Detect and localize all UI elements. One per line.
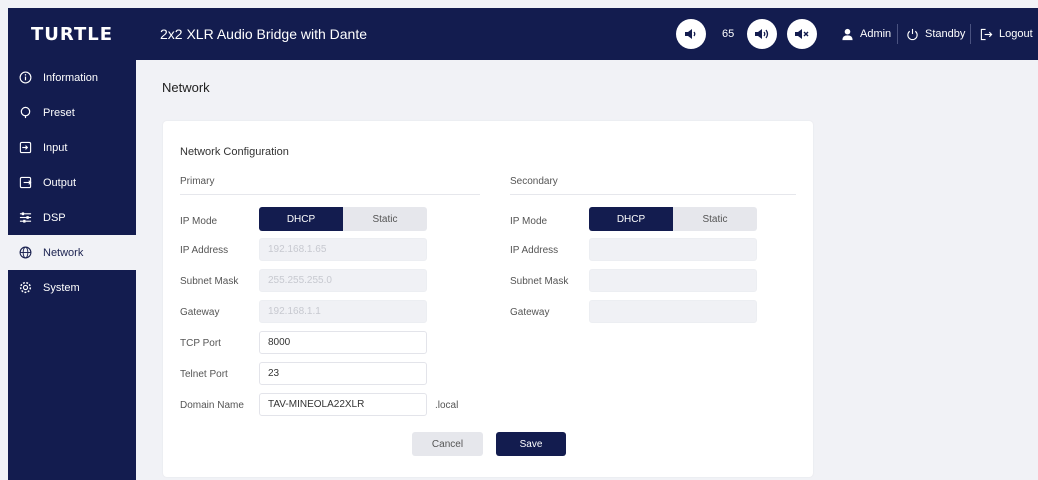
top-header: 2x2 XLR Audio Bridge with Dante 65 Admin… bbox=[136, 8, 1038, 60]
sidebar-item-network[interactable]: Network bbox=[8, 235, 136, 270]
tcp-port-label: TCP Port bbox=[180, 338, 221, 349]
primary-heading: Primary bbox=[180, 176, 215, 187]
sidebar-item-label: Input bbox=[43, 141, 68, 154]
info-icon bbox=[18, 71, 32, 85]
app-frame: TURTLE Information Preset Input Output D… bbox=[0, 0, 1038, 480]
power-icon bbox=[907, 28, 918, 40]
output-icon bbox=[18, 176, 32, 190]
sidebar-item-input[interactable]: Input bbox=[8, 130, 136, 165]
sidebar-item-preset[interactable]: Preset bbox=[8, 95, 136, 130]
primary-gateway-field[interactable]: 192.168.1.1 bbox=[259, 300, 427, 323]
sidebar: TURTLE Information Preset Input Output D… bbox=[8, 8, 136, 480]
sidebar-item-dsp[interactable]: DSP bbox=[8, 200, 136, 235]
volume-high-icon bbox=[755, 29, 769, 39]
primary-ip-mode-toggle: DHCP Static bbox=[259, 207, 427, 231]
volume-value: 65 bbox=[722, 28, 735, 40]
sidebar-item-label: Preset bbox=[43, 106, 75, 119]
device-title: 2x2 XLR Audio Bridge with Dante bbox=[160, 26, 368, 42]
volume-low-icon bbox=[685, 29, 696, 39]
header-divider bbox=[970, 24, 971, 44]
dsp-icon bbox=[18, 211, 32, 225]
save-button[interactable]: Save bbox=[496, 432, 566, 456]
logout-label: Logout bbox=[999, 28, 1033, 40]
secondary-ip-address-field[interactable] bbox=[589, 238, 757, 261]
secondary-gateway-label: Gateway bbox=[510, 307, 550, 318]
gear-icon bbox=[18, 281, 32, 295]
telnet-port-input[interactable]: 23 bbox=[259, 362, 427, 385]
primary-subnet-mask-field[interactable]: 255.255.255.0 bbox=[259, 269, 427, 292]
input-icon bbox=[18, 141, 32, 155]
secondary-gateway-field[interactable] bbox=[589, 300, 757, 323]
sidebar-item-information[interactable]: Information bbox=[8, 60, 136, 95]
sidebar-item-label: System bbox=[43, 281, 80, 294]
user-name: Admin bbox=[860, 28, 892, 40]
primary-ip-address-label: IP Address bbox=[180, 245, 229, 256]
domain-suffix: .local bbox=[435, 400, 459, 411]
primary-ip-mode-label: IP Mode bbox=[180, 216, 218, 227]
secondary-ip-mode-toggle: DHCP Static bbox=[589, 207, 757, 231]
sidebar-item-label: DSP bbox=[43, 211, 66, 224]
preset-icon bbox=[18, 106, 32, 120]
primary-gateway-label: Gateway bbox=[180, 307, 220, 318]
secondary-heading: Secondary bbox=[510, 176, 558, 187]
page-title: Network bbox=[162, 80, 210, 95]
secondary-ip-mode-label: IP Mode bbox=[510, 216, 548, 227]
secondary-static-option[interactable]: Static bbox=[673, 207, 757, 231]
volume-up-button[interactable] bbox=[747, 19, 777, 49]
sidebar-item-system[interactable]: System bbox=[8, 270, 136, 305]
user-icon bbox=[842, 28, 853, 40]
user-menu[interactable]: Admin bbox=[841, 8, 891, 60]
primary-ip-address-field[interactable]: 192.168.1.65 bbox=[259, 238, 427, 261]
volume-down-button[interactable] bbox=[676, 19, 706, 49]
sidebar-item-label: Output bbox=[43, 176, 77, 189]
card-title: Network Configuration bbox=[180, 146, 289, 158]
primary-divider bbox=[180, 194, 480, 195]
sidebar-item-output[interactable]: Output bbox=[8, 165, 136, 200]
domain-name-label: Domain Name bbox=[180, 400, 244, 411]
standby-label: Standby bbox=[925, 28, 966, 40]
globe-icon bbox=[18, 246, 32, 260]
logout-icon bbox=[980, 28, 993, 40]
primary-static-option[interactable]: Static bbox=[343, 207, 427, 231]
primary-subnet-mask-label: Subnet Mask bbox=[180, 276, 239, 287]
sidebar-item-label: Information bbox=[43, 71, 99, 84]
domain-name-input[interactable]: TAV-MINEOLA22XLR bbox=[259, 393, 427, 416]
sidebar-item-label: Network bbox=[43, 246, 84, 259]
brand-logo: TURTLE bbox=[31, 23, 113, 45]
secondary-subnet-mask-field[interactable] bbox=[589, 269, 757, 292]
standby-button[interactable]: Standby bbox=[906, 8, 965, 60]
cancel-button[interactable]: Cancel bbox=[412, 432, 483, 456]
secondary-dhcp-option[interactable]: DHCP bbox=[589, 207, 673, 231]
mute-icon bbox=[795, 29, 809, 39]
telnet-port-label: Telnet Port bbox=[180, 369, 228, 380]
primary-dhcp-option[interactable]: DHCP bbox=[259, 207, 343, 231]
header-divider bbox=[897, 24, 898, 44]
logout-button[interactable]: Logout bbox=[980, 8, 1033, 60]
secondary-ip-address-label: IP Address bbox=[510, 245, 559, 256]
tcp-port-input[interactable]: 8000 bbox=[259, 331, 427, 354]
network-config-card: Network Configuration Primary IP Mode DH… bbox=[163, 121, 813, 477]
mute-button[interactable] bbox=[787, 19, 817, 49]
secondary-subnet-mask-label: Subnet Mask bbox=[510, 276, 569, 287]
secondary-divider bbox=[510, 194, 796, 195]
